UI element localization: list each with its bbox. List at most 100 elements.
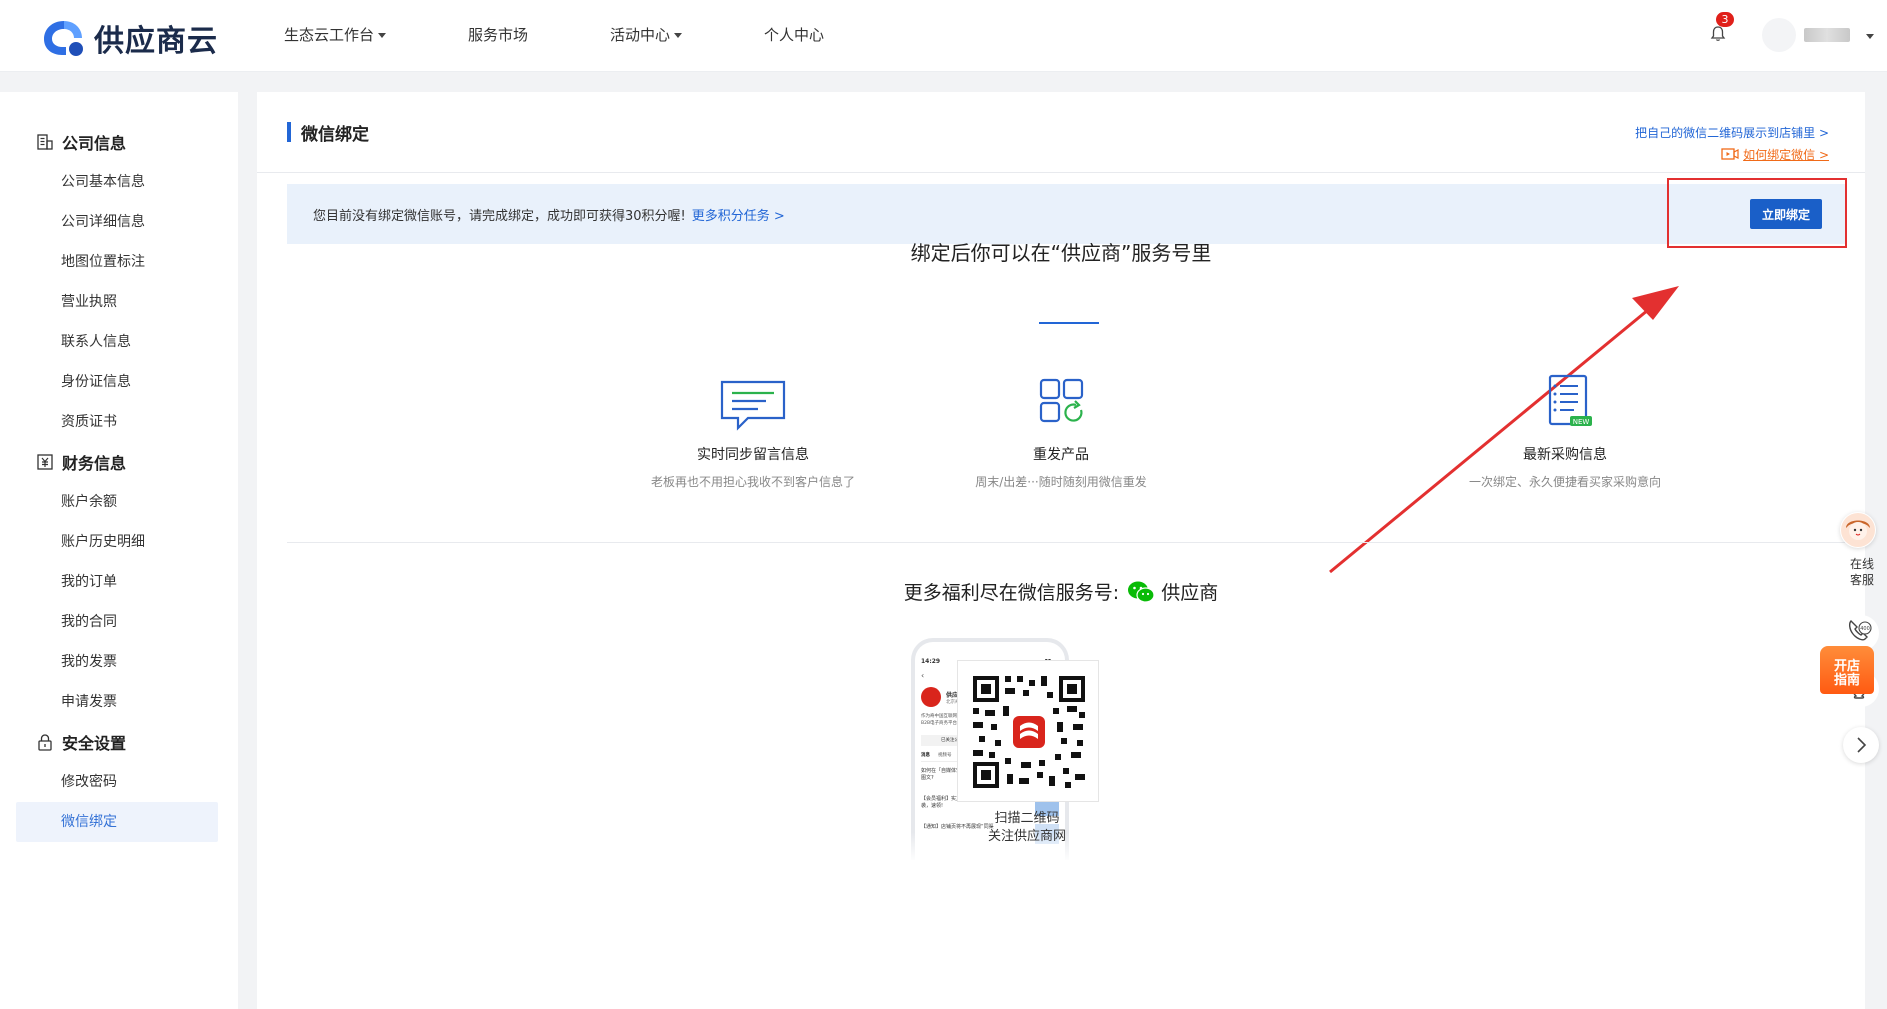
sidebar-item-id-card[interactable]: 身份证信息 xyxy=(0,362,238,402)
svg-text:400: 400 xyxy=(1860,626,1870,632)
brand-logo[interactable]: 供应商云 xyxy=(40,16,218,60)
chevron-down-icon xyxy=(378,33,387,38)
sidebar-item-my-invoices[interactable]: 我的发票 xyxy=(0,642,238,682)
nav-label: 个人中心 xyxy=(764,26,825,44)
sidebar-item-my-orders[interactable]: 我的订单 xyxy=(0,562,238,602)
sidebar-item-contact-info[interactable]: 联系人信息 xyxy=(0,322,238,362)
benefit-heading: 绑定后你可以在“供应商”服务号里 xyxy=(910,241,1212,265)
phone-tab: 消息 xyxy=(921,753,930,758)
purchase-list-icon: NEW xyxy=(1548,374,1592,426)
avatar xyxy=(1762,18,1796,52)
feature-sync-messages: 实时同步留言信息 老板再也不用担心我收不到客户信息了 xyxy=(603,374,903,490)
resend-product-icon xyxy=(1039,378,1084,423)
divider xyxy=(257,172,1865,173)
qr-caption-line1: 扫描二维码 xyxy=(994,811,1060,826)
feature-desc: 老板再也不用担心我收不到客户信息了 xyxy=(650,475,855,489)
page-title-bar: 微信绑定 xyxy=(287,122,369,145)
collapse-toolbar-button[interactable] xyxy=(1843,727,1879,763)
divider xyxy=(287,542,1847,543)
feature-desc: 一次绑定、永久便捷看买家采购意向 xyxy=(1468,475,1661,489)
qr-caption-line2: 关注供应商网 xyxy=(987,829,1066,844)
feature-resend-product: 重发产品 周末/出差···随时随刻用微信重发 xyxy=(911,374,1211,490)
more-points-tasks-link[interactable]: 更多积分任务 > xyxy=(692,205,785,224)
feature-desc: 周末/出差···随时随刻用微信重发 xyxy=(975,475,1147,489)
user-name-blurred xyxy=(1804,28,1850,42)
chevron-down-icon xyxy=(674,33,683,38)
wechat-heading-text: 更多福利尽在微信服务号: xyxy=(903,582,1120,604)
lock-icon xyxy=(38,734,52,751)
nav-personal-center[interactable]: 个人中心 xyxy=(764,24,824,45)
cs-label-line1: 在线 xyxy=(1849,557,1874,571)
nav-activity-center[interactable]: 活动中心 xyxy=(610,24,683,45)
logo-icon xyxy=(44,21,83,56)
top-nav: 生态云工作台 服务市场 活动中心 个人中心 xyxy=(284,24,906,45)
chevron-down-icon xyxy=(1866,33,1874,39)
how-to-bind-label: 如何绑定微信 > xyxy=(1743,147,1829,162)
sidebar-item-change-password[interactable]: 修改密码 xyxy=(0,762,238,802)
notification-badge: 3 xyxy=(1716,12,1734,27)
video-icon xyxy=(1721,148,1739,160)
sidebar-item-map-location[interactable]: 地图位置标注 xyxy=(0,242,238,282)
online-service-avatar-button[interactable] xyxy=(1840,512,1876,548)
sidebar-item-my-contracts[interactable]: 我的合同 xyxy=(0,602,238,642)
nav-service-market[interactable]: 服务市场 xyxy=(468,24,528,45)
phone-time: 14:29 xyxy=(921,658,941,665)
feature-title: 重发产品 xyxy=(1033,447,1089,463)
sidebar-item-company-detail[interactable]: 公司详细信息 xyxy=(0,202,238,242)
show-qr-in-shop-link[interactable]: 把自己的微信二维码展示到店铺里 > xyxy=(1635,124,1829,144)
help-links: 把自己的微信二维码展示到店铺里 > 如何绑定微信 > xyxy=(1635,124,1829,164)
how-to-bind-link[interactable]: 如何绑定微信 > xyxy=(1635,144,1829,164)
online-service-label[interactable]: 在线 客服 xyxy=(1842,556,1882,588)
sidebar-group-title: 财务信息 xyxy=(62,454,127,473)
nav-ecology-workbench[interactable]: 生态云工作台 xyxy=(284,24,387,45)
wechat-service-heading: 更多福利尽在微信服务号: 供应商 xyxy=(257,578,1865,605)
qr-code xyxy=(957,660,1099,802)
sidebar-group-company: 公司信息 xyxy=(0,122,238,162)
nav-label: 生态云工作台 xyxy=(284,26,375,44)
shop-guide-button[interactable]: 开店 指南 xyxy=(1820,646,1874,694)
sidebar-item-account-history[interactable]: 账户历史明细 xyxy=(0,522,238,562)
sidebar-group-finance: 财务信息 xyxy=(0,442,238,482)
finance-icon xyxy=(37,454,53,470)
guide-label-line2: 指南 xyxy=(1833,673,1860,688)
sidebar-group-title: 安全设置 xyxy=(62,734,127,753)
nav-label: 服务市场 xyxy=(468,26,529,44)
binding-notice: 您目前没有绑定微信账号，请完成绑定，成功即可获得30积分喔! 更多积分任务 > xyxy=(287,184,1847,244)
qr-code-image xyxy=(973,676,1085,788)
message-icon xyxy=(720,380,786,431)
heading-underline xyxy=(1039,322,1099,324)
bell-icon xyxy=(1710,26,1726,41)
sidebar-item-certificates[interactable]: 资质证书 xyxy=(0,402,238,442)
sidebar-group-security: 安全设置 xyxy=(0,722,238,762)
cs-label-line2: 客服 xyxy=(1849,573,1874,587)
chevron-right-icon xyxy=(1857,737,1867,753)
customer-service-avatar-icon xyxy=(1841,513,1875,547)
feature-latest-purchase: NEW 最新采购信息 一次绑定、永久便捷看买家采购意向 xyxy=(1415,374,1715,490)
sidebar: 公司信息 公司基本信息 公司详细信息 地图位置标注 营业执照 联系人信息 身份证… xyxy=(0,92,238,1009)
wechat-account-name: 供应商 xyxy=(1161,582,1219,604)
user-menu[interactable] xyxy=(1762,18,1874,52)
qr-caption: 扫描二维码 关注供应商网 xyxy=(917,810,1137,846)
sidebar-item-company-basic[interactable]: 公司基本信息 xyxy=(0,162,238,202)
phone-tab: 视频号 xyxy=(938,753,952,758)
guide-label-line1: 开店 xyxy=(1833,659,1860,674)
nav-label: 活动中心 xyxy=(610,26,671,44)
sidebar-item-apply-invoice[interactable]: 申请发票 xyxy=(0,682,238,722)
main-panel: 微信绑定 把自己的微信二维码展示到店铺里 > 如何绑定微信 > 您目前没有绑定微… xyxy=(257,92,1865,1009)
sidebar-item-balance[interactable]: 账户余额 xyxy=(0,482,238,522)
back-icon: ‹ xyxy=(921,671,925,680)
account-avatar xyxy=(921,687,941,707)
sidebar-item-wechat-binding[interactable]: 微信绑定 xyxy=(16,802,218,842)
company-icon xyxy=(37,134,53,150)
svg-text:NEW: NEW xyxy=(1573,418,1590,426)
top-header: 供应商云 生态云工作台 服务市场 活动中心 个人中心 3 xyxy=(0,0,1887,72)
brand-name: 供应商云 xyxy=(94,24,218,59)
notice-text: 您目前没有绑定微信账号，请完成绑定，成功即可获得30积分喔! xyxy=(313,208,686,224)
feature-title: 最新采购信息 xyxy=(1523,447,1607,463)
wechat-icon xyxy=(1128,581,1155,603)
sidebar-item-business-license[interactable]: 营业执照 xyxy=(0,282,238,322)
sidebar-group-title: 公司信息 xyxy=(62,134,127,153)
phone-400-icon: 400 xyxy=(1848,620,1872,641)
notification-button[interactable]: 3 xyxy=(1708,12,1734,46)
feature-title: 实时同步留言信息 xyxy=(697,447,809,463)
